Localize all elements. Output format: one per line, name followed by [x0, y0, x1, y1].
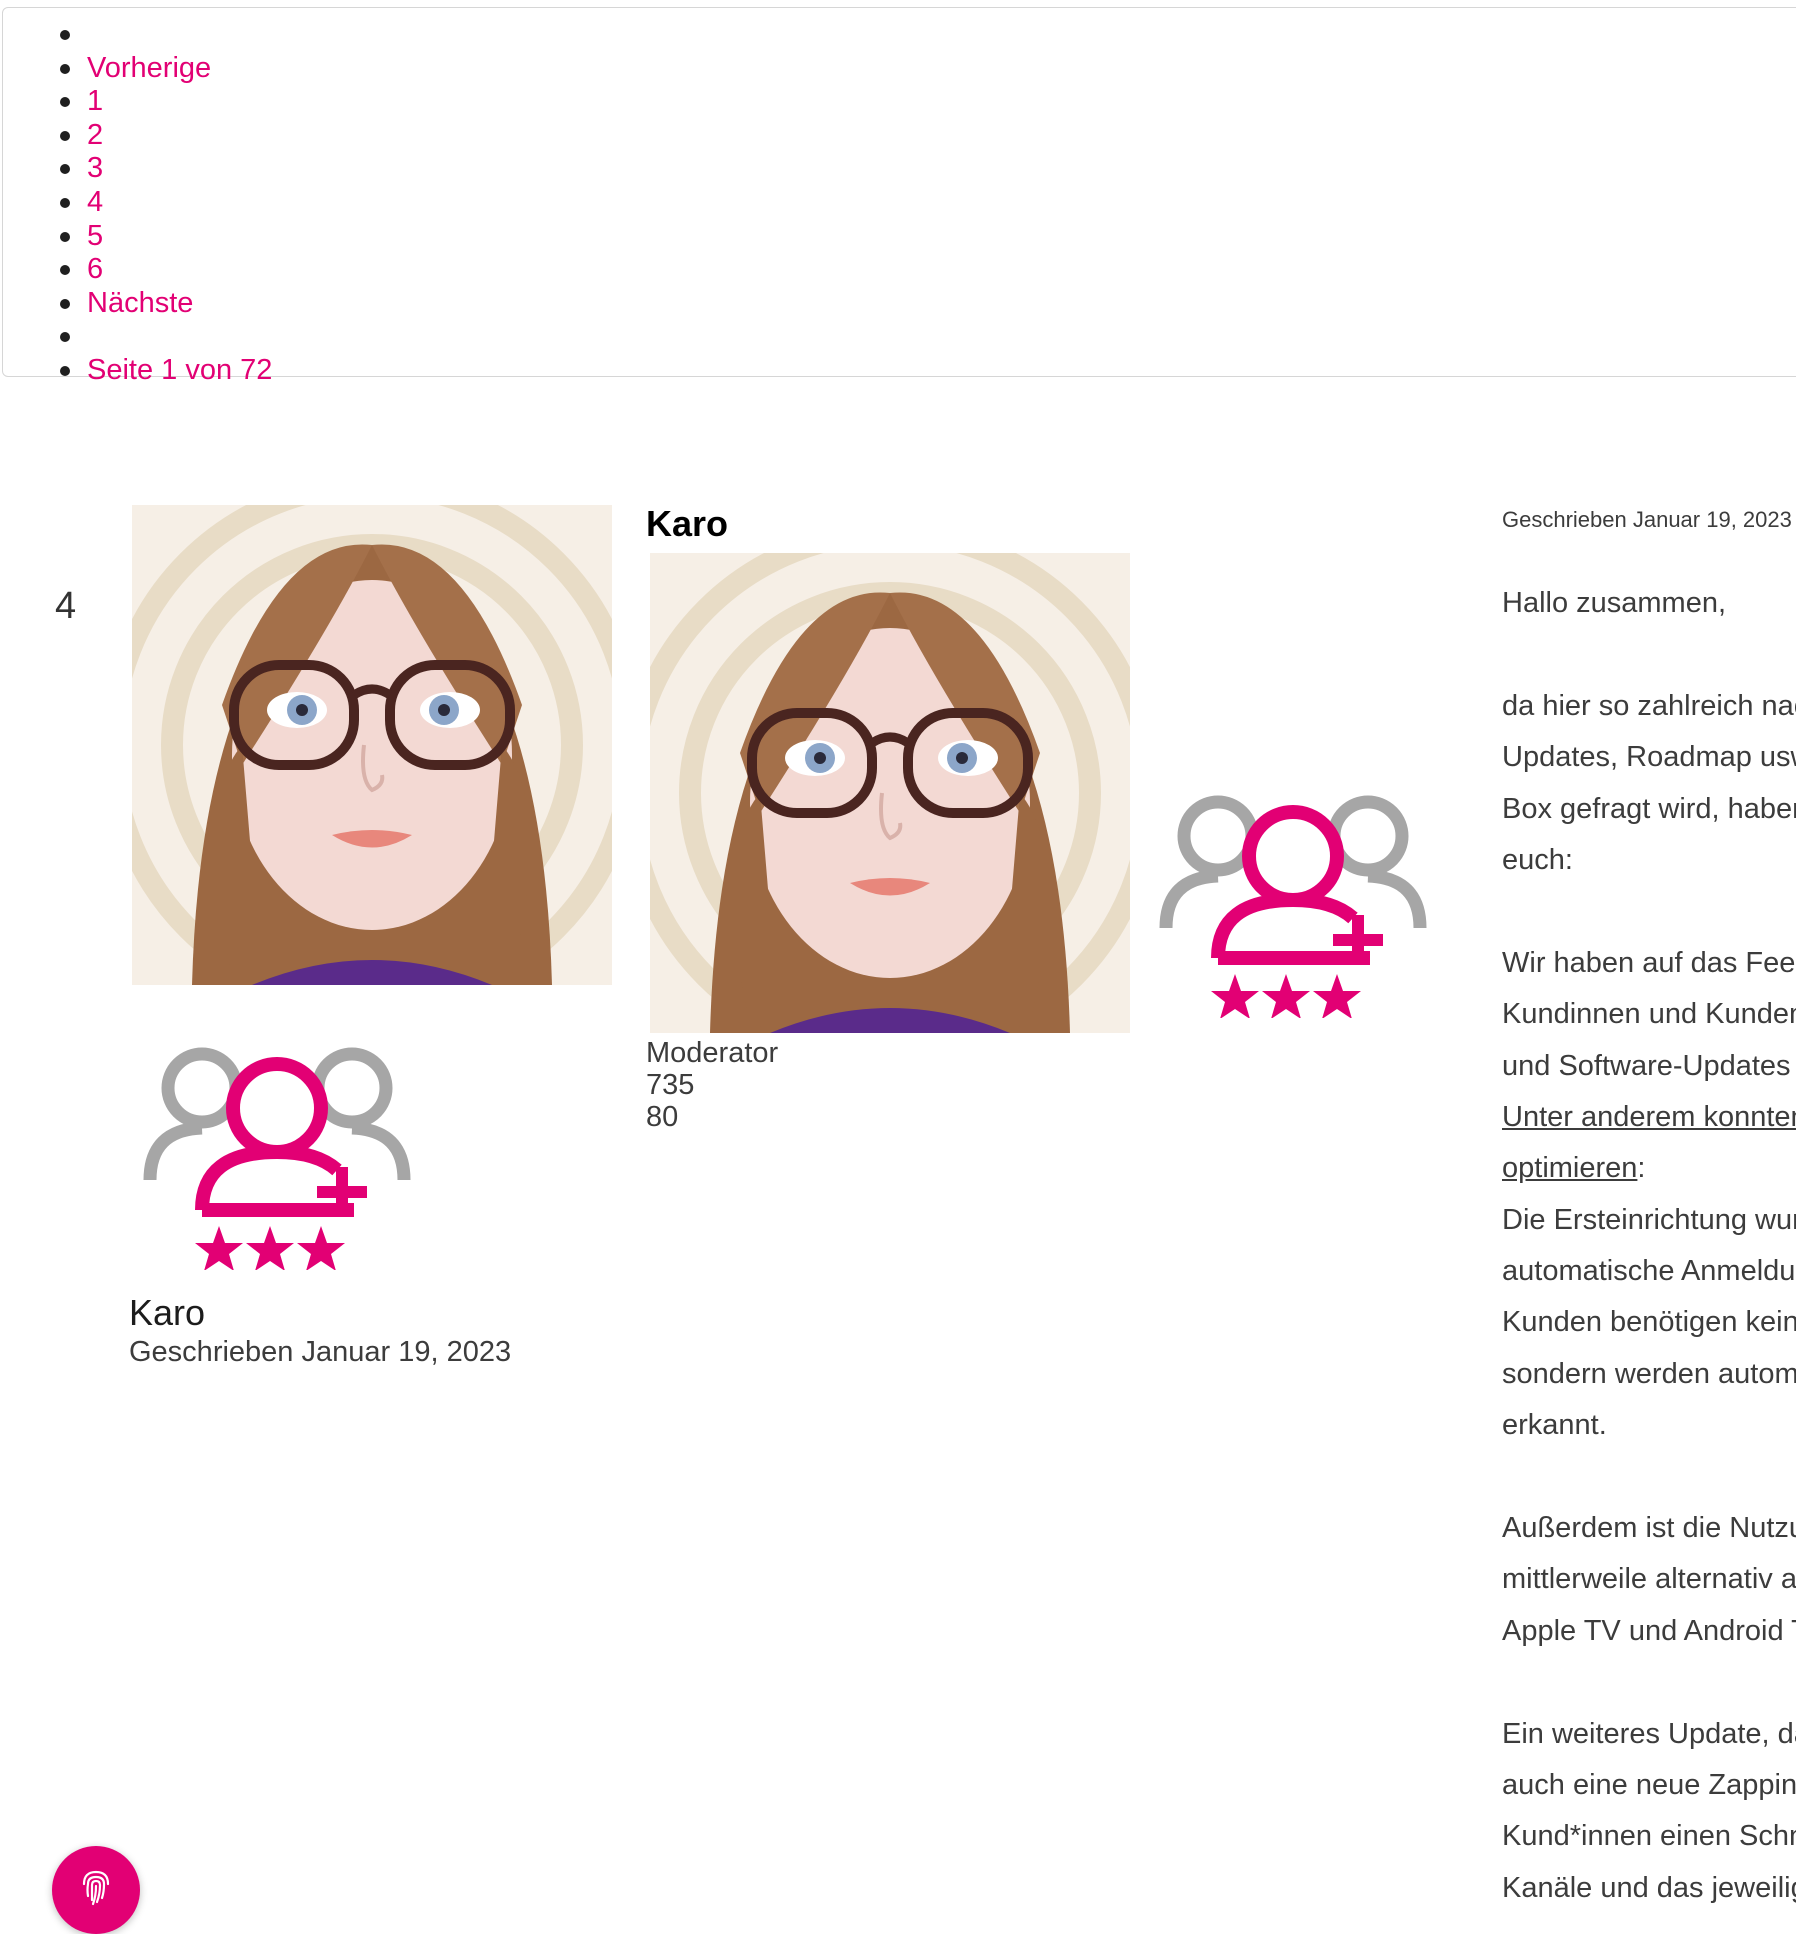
post-body-line: sondern werden automa — [1502, 1357, 1796, 1390]
pagination-item-page[interactable]: 3 — [58, 152, 272, 186]
pagination-next-link[interactable]: Nächste — [87, 287, 193, 319]
post-body-line: Außerdem ist die Nutzu — [1502, 1512, 1796, 1545]
pagination-item-last[interactable] — [58, 320, 272, 354]
author-reputation: 80 — [646, 1101, 679, 1133]
post-body-line: Kanäle und das jeweilig — [1502, 1871, 1796, 1904]
post-body-line: Die Ersteinrichtung wur — [1502, 1203, 1796, 1236]
post-body-blank — [1502, 1657, 1796, 1708]
pagination-item-page[interactable]: 5 — [58, 220, 272, 254]
post-body-colon: : — [1637, 1152, 1646, 1185]
author-name-link[interactable]: Karo — [646, 503, 728, 545]
post-body-line: Apple TV und Android T — [1502, 1614, 1796, 1647]
author-post-count: 735 — [646, 1069, 695, 1101]
author-meta: Moderator 735 80 — [646, 1037, 778, 1133]
post-body-line: Box gefragt wird, haben — [1502, 792, 1796, 825]
author-name-left[interactable]: Karo — [129, 1292, 205, 1334]
post-body-line: Kunden benötigen keine — [1502, 1306, 1796, 1339]
privacy-settings-button[interactable] — [52, 1846, 140, 1934]
pagination-item-first[interactable] — [58, 18, 272, 52]
post-body-line: Updates, Roadmap usw — [1502, 741, 1796, 774]
avatar-illustration — [132, 505, 612, 985]
pagination-item-page[interactable]: 2 — [58, 119, 272, 153]
pagination-page-3-link[interactable]: 3 — [87, 152, 103, 184]
post-body-line: Wir haben auf das Feed — [1502, 946, 1796, 979]
post-body-line: Kundinnen und Kunden — [1502, 998, 1796, 1031]
post-number: 4 — [55, 585, 77, 627]
pagination-list: Vorherige 1 2 3 4 5 6 Nächste Seite 1 vo… — [58, 18, 272, 388]
pagination-bar: Vorherige 1 2 3 4 5 6 Nächste Seite 1 vo… — [2, 7, 1796, 386]
pagination-item-page[interactable]: 6 — [58, 253, 272, 287]
pagination-item-prev[interactable]: Vorherige — [58, 52, 272, 86]
author-role: Moderator — [646, 1037, 779, 1069]
post-body-line: und Software-Updates a — [1502, 1049, 1796, 1082]
post-body: Hallo zusammen, da hier so zahlreich nac… — [1502, 578, 1796, 1914]
community-member-three-stars-icon — [1158, 778, 1428, 1018]
community-member-three-stars-icon — [142, 1030, 412, 1270]
post-body-line: euch: — [1502, 843, 1573, 876]
post-body-link-continued[interactable]: optimieren — [1502, 1152, 1637, 1184]
pagination-item-page[interactable]: 1 — [58, 85, 272, 119]
author-avatar-secondary[interactable] — [650, 553, 1130, 1033]
pagination-page-4-link[interactable]: 4 — [87, 186, 103, 218]
post-body-line: Hallo zusammen, — [1502, 587, 1727, 619]
pagination-item-page[interactable]: 4 — [58, 186, 272, 220]
post-date-right: Geschrieben Januar 19, 2023 — [1502, 507, 1792, 532]
pagination-item-page-info[interactable]: Seite 1 von 72 — [58, 354, 272, 388]
post-body-line: da hier so zahlreich nac — [1502, 689, 1796, 722]
pagination-page-6-link[interactable]: 6 — [87, 253, 103, 285]
post-date-left: Geschrieben Januar 19, 2023 — [129, 1336, 512, 1368]
avatar-illustration-secondary — [650, 553, 1130, 1033]
post-body-link[interactable]: Unter anderem konnten — [1502, 1092, 1796, 1143]
pagination-page-2-link[interactable]: 2 — [87, 119, 103, 151]
pagination-page-1-link[interactable]: 1 — [87, 85, 103, 117]
post-body-blank — [1502, 886, 1796, 937]
pagination-page-info-link[interactable]: Seite 1 von 72 — [87, 354, 272, 386]
post-body-line: Kund*innen einen Schn — [1502, 1820, 1796, 1853]
post-body-line: auch eine neue Zapping — [1502, 1768, 1796, 1801]
author-avatar[interactable] — [132, 505, 612, 985]
pagination-page-5-link[interactable]: 5 — [87, 220, 103, 252]
pagination-item-next[interactable]: Nächste — [58, 287, 272, 321]
post-body-line: mittlerweile alternativ au — [1502, 1563, 1796, 1596]
post-body-line: automatische Anmeldun — [1502, 1255, 1796, 1288]
post-body-blank — [1502, 1452, 1796, 1503]
post-body-line: erkannt. — [1502, 1409, 1607, 1442]
post-body-line: optimieren: — [1502, 1143, 1796, 1194]
post-body-blank — [1502, 629, 1796, 680]
fingerprint-icon — [82, 1870, 110, 1906]
post-body-line: Ein weiteres Update, da — [1502, 1717, 1796, 1750]
pagination-prev-link[interactable]: Vorherige — [87, 52, 211, 84]
